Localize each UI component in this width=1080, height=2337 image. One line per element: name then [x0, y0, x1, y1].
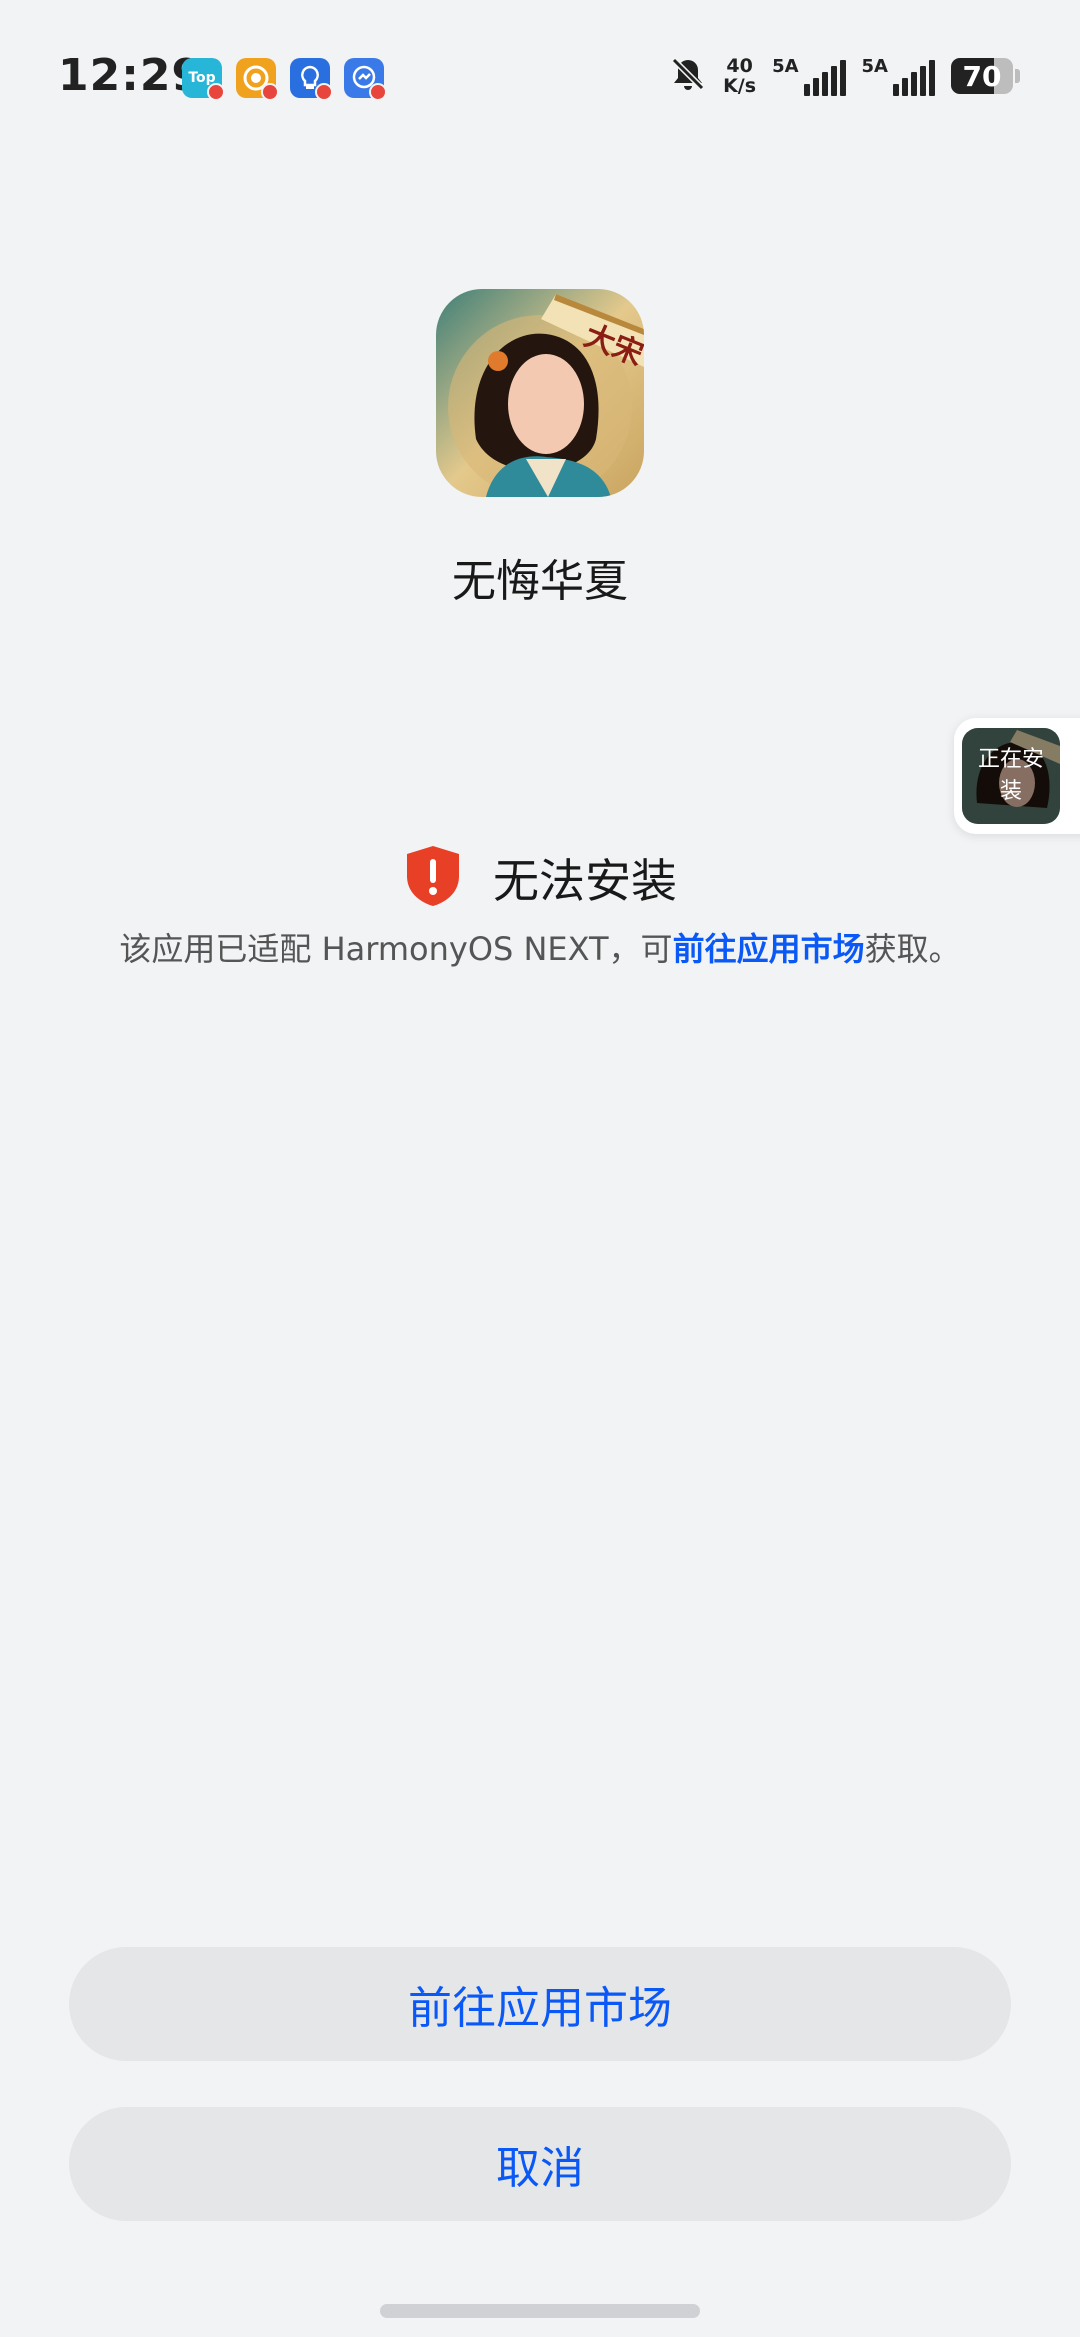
installing-label: 正在安装	[978, 747, 1045, 804]
bell-muted-icon	[669, 55, 707, 97]
status-right-group: 40 K/s 5A 5A 70	[669, 55, 1020, 97]
signal-sim1-icon: 5A	[772, 56, 846, 96]
go-to-app-market-link[interactable]: 前往应用市场	[673, 930, 865, 968]
notification-icons: Top	[182, 58, 387, 101]
error-title: 无法安装	[493, 854, 677, 908]
network-speed: 40 K/s	[723, 56, 756, 96]
shield-warning-icon	[403, 844, 463, 912]
cancel-button[interactable]: 取消	[69, 2107, 1011, 2221]
error-description: 该应用已适配 HarmonyOS NEXT，可前往应用市场获取。	[0, 924, 1080, 970]
status-bar: 12:29 Top 40 K/s 5A 5A 70	[0, 0, 1080, 150]
app-name: 无悔华夏	[452, 556, 628, 607]
installing-app-thumbnail: 正在安装	[962, 728, 1060, 824]
network-speed-value: 40	[726, 55, 753, 77]
target-app-icon	[236, 58, 279, 101]
home-indicator[interactable]	[380, 2304, 700, 2318]
battery-level: 70	[962, 59, 1002, 93]
battery-icon: 70	[951, 58, 1020, 94]
sim1-tag: 5A	[772, 56, 799, 77]
error-row: 无法安装	[0, 844, 1080, 912]
signal-sim2-icon: 5A	[862, 56, 935, 96]
network-speed-unit: K/s	[723, 75, 757, 97]
chat-app-icon	[344, 58, 387, 101]
go-to-app-market-button[interactable]: 前往应用市场	[69, 1947, 1011, 2061]
sim2-tag: 5A	[861, 56, 888, 77]
lightbulb-app-icon	[290, 58, 333, 101]
installing-float-bubble[interactable]: 正在安装	[954, 718, 1080, 834]
error-desc-suffix: 获取。	[864, 930, 961, 968]
top-app-icon: Top	[182, 58, 225, 101]
error-desc-prefix: 该应用已适配 HarmonyOS NEXT，可	[119, 930, 673, 968]
app-icon: 大宋	[436, 289, 644, 497]
